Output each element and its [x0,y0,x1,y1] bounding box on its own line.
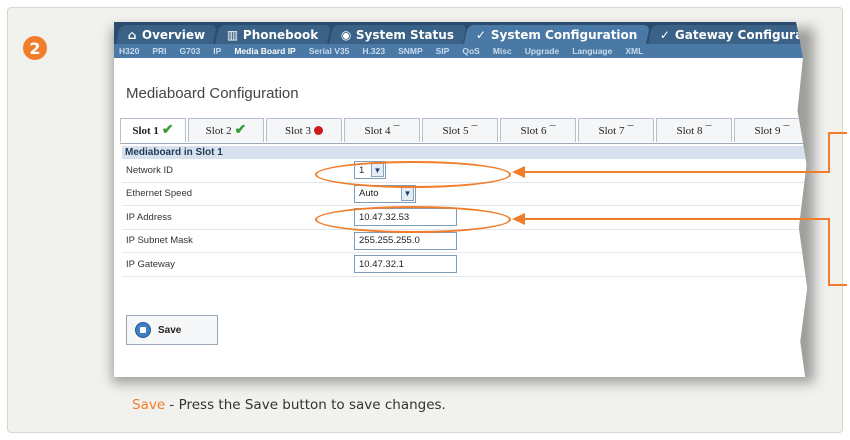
callout-line-network-id [522,132,847,173]
arrowhead-icon [512,166,525,178]
arrowhead-icon [512,213,525,225]
caption-text: - Press the Save button to save changes. [165,397,446,413]
caption: Save - Press the Save button to save cha… [132,397,446,413]
callout-arrows [512,132,847,286]
callout-line-ip-address [522,218,847,286]
caption-key: Save [132,397,166,413]
